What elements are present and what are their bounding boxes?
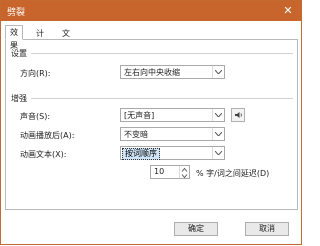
cancel-button[interactable]: 取消: [245, 222, 289, 236]
after-animation-label: 动画播放后(A):: [20, 131, 75, 140]
stepper-buttons: [179, 166, 189, 179]
chevron-down-icon[interactable]: [212, 128, 224, 140]
close-button[interactable]: ✕: [277, 2, 299, 20]
enhancements-section-title: 增强: [11, 94, 27, 103]
sound-select[interactable]: [无声音]: [120, 108, 225, 122]
tab-timing[interactable]: 计时: [31, 26, 49, 51]
after-animation-value: 不变暗: [124, 130, 148, 139]
animate-text-select[interactable]: 按词顺序: [120, 146, 225, 160]
direction-value: 左右向中央收缩: [124, 68, 180, 77]
settings-divider: [31, 53, 293, 54]
delay-value: 10: [154, 167, 165, 176]
effect-dialog: 劈裂 ✕ 效果 计时 文本动画 设置 方向(R): 左右向中央收缩 增强 声音(…: [0, 0, 302, 245]
tab-text-animation[interactable]: 文本动画: [57, 26, 75, 77]
delay-stepper[interactable]: 10: [150, 165, 190, 179]
enhancements-divider: [31, 98, 293, 99]
delay-suffix-label: % 字/词之间延迟(D): [196, 169, 270, 178]
ok-button[interactable]: 确定: [174, 222, 218, 236]
chevron-down-icon[interactable]: [212, 109, 224, 121]
tab-effect[interactable]: 效果: [5, 25, 23, 50]
chevron-down-icon[interactable]: [212, 66, 224, 78]
sound-value: [无声音]: [124, 111, 155, 120]
animate-text-value: 按词顺序: [122, 148, 160, 160]
stepper-down-icon[interactable]: [180, 172, 189, 179]
sound-volume-button[interactable]: [231, 108, 245, 122]
sound-label: 声音(S):: [20, 112, 51, 121]
title-bar: 劈裂 ✕: [1, 1, 301, 21]
speaker-icon: [235, 112, 242, 118]
direction-select[interactable]: 左右向中央收缩: [120, 65, 225, 79]
dialog-title: 劈裂: [7, 8, 26, 18]
chevron-down-icon[interactable]: [212, 147, 224, 159]
after-animation-select[interactable]: 不变暗: [120, 127, 225, 141]
animate-text-label: 动画文本(X):: [20, 150, 67, 159]
direction-label: 方向(R):: [20, 69, 51, 78]
tab-panel-effect: 设置 方向(R): 左右向中央收缩 增强 声音(S): [无声音] 动画播放后(…: [5, 39, 298, 210]
